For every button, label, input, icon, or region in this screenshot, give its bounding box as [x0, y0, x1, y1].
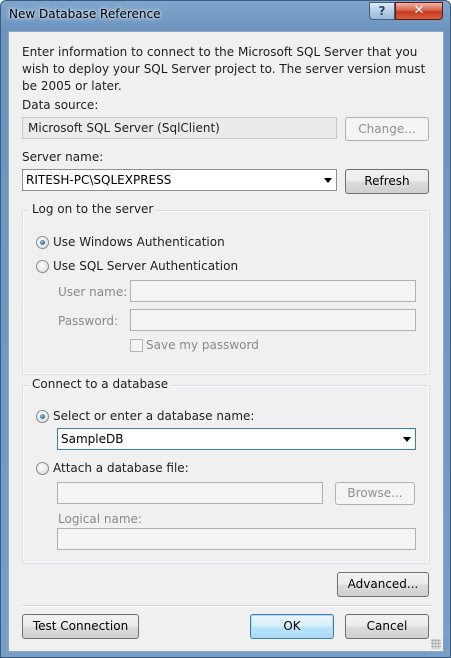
resize-grip-icon[interactable]: [431, 639, 441, 649]
select-database-radio[interactable]: [36, 410, 49, 423]
close-icon[interactable]: ✕: [395, 2, 443, 20]
sql-auth-label: Use SQL Server Authentication: [53, 259, 239, 273]
sql-auth-option[interactable]: Use SQL Server Authentication: [36, 259, 256, 275]
sql-auth-radio[interactable]: [36, 260, 49, 273]
attach-database-radio[interactable]: [36, 462, 49, 475]
save-password-option[interactable]: Save my password: [130, 338, 270, 353]
intro-text: Enter information to connect to the Micr…: [22, 45, 426, 93]
change-button[interactable]: Change...: [345, 117, 429, 141]
windows-auth-label: Use Windows Authentication: [53, 235, 225, 249]
windows-auth-option[interactable]: Use Windows Authentication: [36, 235, 256, 251]
refresh-button[interactable]: Refresh: [345, 169, 429, 194]
title-bar[interactable]: New Database Reference ? ✕: [1, 1, 450, 31]
user-name-label: User name:: [58, 285, 128, 299]
data-source-label: Data source:: [22, 98, 99, 112]
footer-separator: [22, 605, 432, 607]
chevron-down-icon[interactable]: [403, 437, 411, 442]
advanced-button[interactable]: Advanced...: [337, 572, 429, 597]
save-password-label: Save my password: [146, 338, 259, 352]
save-password-checkbox[interactable]: [130, 339, 143, 352]
logical-name-label: Logical name:: [58, 512, 142, 526]
server-name-value: RITESH-PC\SQLEXPRESS: [26, 173, 172, 187]
data-source-field: Microsoft SQL Server (SqlClient): [22, 117, 337, 139]
attach-database-label: Attach a database file:: [53, 461, 189, 475]
windows-auth-radio[interactable]: [36, 236, 49, 249]
select-database-option[interactable]: Select or enter a database name:: [36, 409, 276, 425]
cancel-button[interactable]: Cancel: [345, 614, 429, 639]
server-name-label: Server name:: [22, 150, 104, 164]
database-name-combobox[interactable]: SampleDB: [57, 428, 416, 450]
ok-button[interactable]: OK: [250, 614, 334, 639]
logical-name-input[interactable]: [57, 528, 416, 550]
chevron-down-icon[interactable]: [324, 178, 332, 183]
database-file-input[interactable]: [57, 482, 323, 504]
logon-group-title: Log on to the server: [29, 202, 157, 216]
select-database-label: Select or enter a database name:: [53, 409, 255, 423]
test-connection-button[interactable]: Test Connection: [22, 614, 139, 639]
user-name-input[interactable]: [130, 280, 416, 302]
database-name-value: SampleDB: [61, 432, 124, 446]
attach-database-option[interactable]: Attach a database file:: [36, 461, 236, 477]
database-group-title: Connect to a database: [29, 377, 172, 391]
window-title: New Database Reference: [9, 7, 161, 21]
browse-button[interactable]: Browse...: [335, 482, 415, 505]
dialog-window: New Database Reference ? ✕ Enter informa…: [0, 0, 451, 658]
password-label: Password:: [58, 314, 119, 328]
server-name-combobox[interactable]: RITESH-PC\SQLEXPRESS: [22, 169, 337, 191]
password-input[interactable]: [130, 309, 416, 331]
help-icon[interactable]: ?: [369, 2, 395, 20]
dialog-client-area: Enter information to connect to the Micr…: [8, 31, 444, 652]
